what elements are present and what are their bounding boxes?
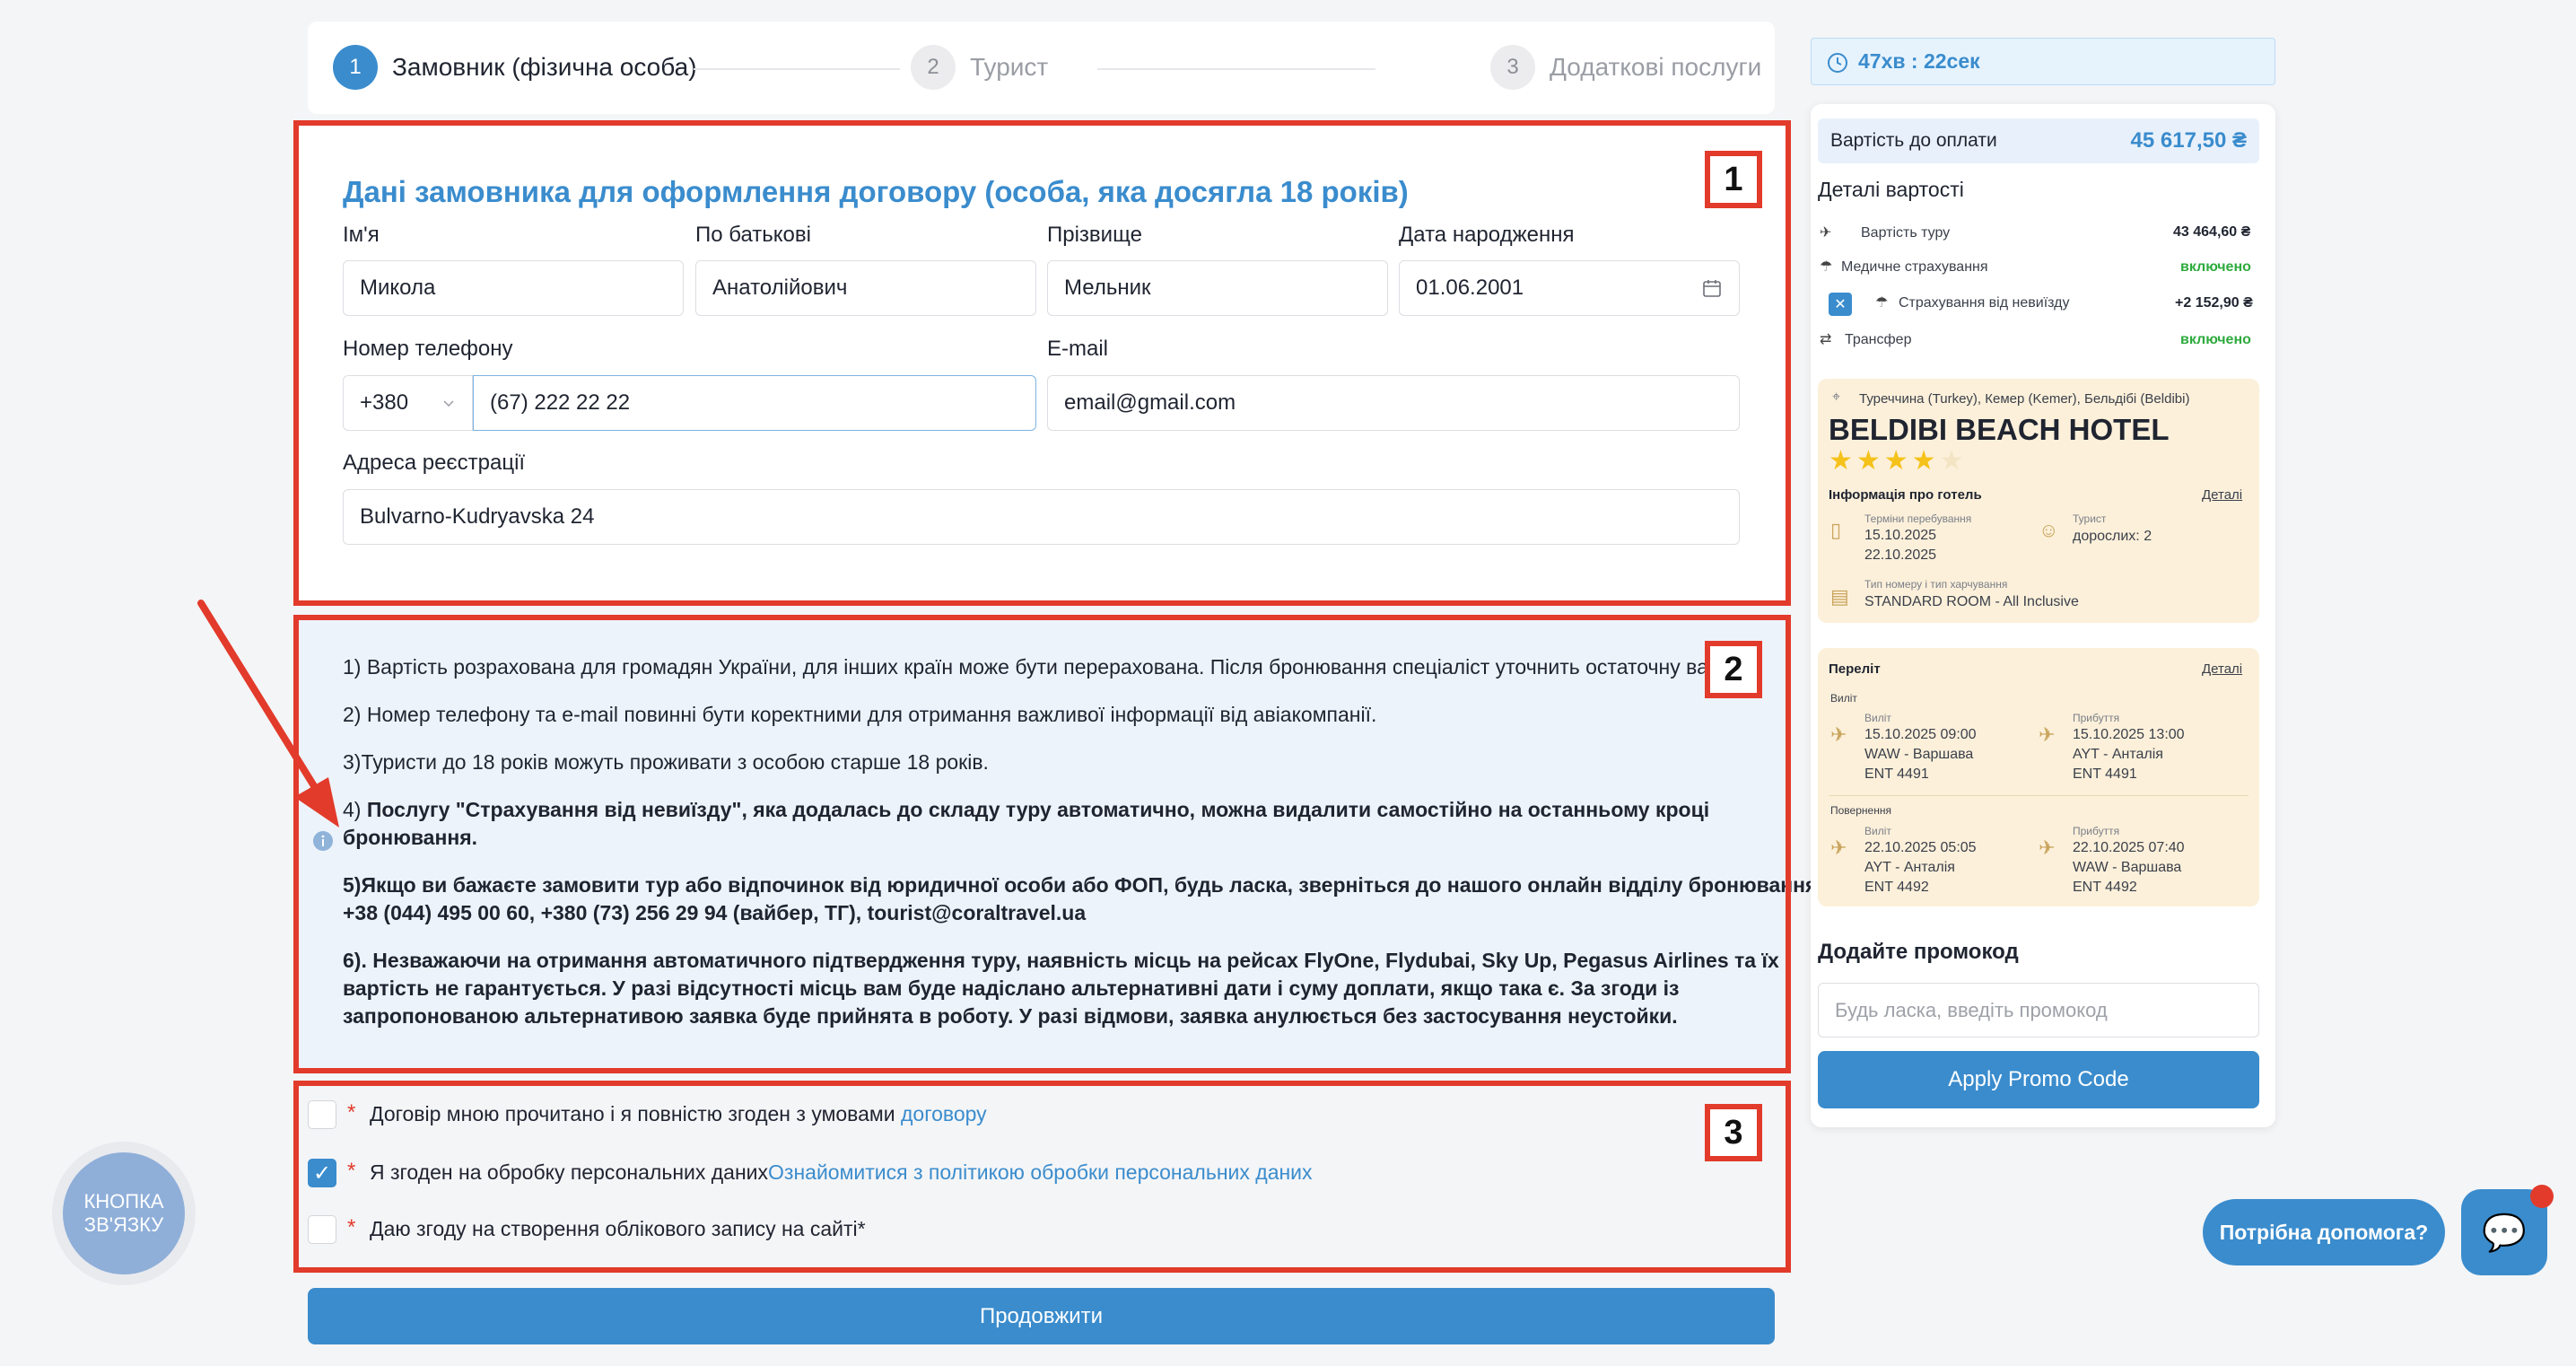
cancel-insurance-value: +2 152,90 ₴ xyxy=(2175,295,2253,311)
flight-divider xyxy=(1829,795,2249,796)
hotel-name: BELDIBI BEACH HOTEL xyxy=(1829,413,2170,446)
arrive-label: Прибуття xyxy=(2073,712,2120,724)
annotation-box-3 xyxy=(293,1081,1791,1273)
star-icon: ★★★★ xyxy=(1829,446,1940,476)
ret-arrive-route: WAW - Варшава xyxy=(2073,860,2182,875)
takeoff-icon: ✈ xyxy=(1830,723,1847,746)
tourist-value: дорослих: 2 xyxy=(2073,529,2152,544)
step-customer[interactable]: 1 Замовник (фізична особа) xyxy=(333,45,697,90)
return-label: Повернення xyxy=(1830,804,1891,817)
out-depart-route: WAW - Варшава xyxy=(1864,747,1974,762)
depart-label: Виліт xyxy=(1864,825,1891,837)
contact-button[interactable]: КНОПКА ЗВ'ЯЗКУ xyxy=(63,1152,185,1274)
total-price-row: Вартість до оплати 45 617,50 ₴ xyxy=(1818,118,2259,163)
step-connector xyxy=(1097,68,1375,70)
annotation-box-1 xyxy=(293,120,1791,606)
room-value: STANDARD ROOM - All Inclusive xyxy=(1864,594,2079,609)
flight-title: Переліт xyxy=(1829,661,1881,677)
continue-button[interactable]: Продовжити xyxy=(308,1288,1775,1344)
umbrella-icon: ☂ xyxy=(1820,259,1833,275)
arrive-label: Прибуття xyxy=(2073,825,2120,837)
chat-icon: 💬 xyxy=(2482,1213,2527,1253)
location-pin-icon: ⌖ xyxy=(1832,390,1841,405)
annotation-badge-2: 2 xyxy=(1705,641,1762,698)
step-number: 1 xyxy=(333,45,378,90)
room-label: Тип номеру і тип харчування xyxy=(1864,578,2008,591)
calendar-icon: ▯ xyxy=(1830,519,1842,541)
medical-insurance-label: Медичне страхування xyxy=(1841,259,1988,275)
step-label: Замовник (фізична особа) xyxy=(392,53,697,81)
annotation-badge-1: 1 xyxy=(1705,151,1762,208)
annotation-badge-3: 3 xyxy=(1705,1104,1762,1161)
umbrella-icon: ☂ xyxy=(1875,295,1889,311)
tour-price-label: Вартість туру xyxy=(1861,225,1951,241)
transfer-icon: ⇄ xyxy=(1820,332,1832,347)
depart-label: Виліт xyxy=(1864,712,1891,724)
promo-code-input[interactable]: Будь ласка, введіть промокод xyxy=(1818,983,2259,1038)
step-connector xyxy=(694,68,900,70)
step-label: Додаткові послуги xyxy=(1550,53,1762,81)
star-empty-icon: ★ xyxy=(1939,446,1968,476)
transfer-label: Трансфер xyxy=(1845,332,1912,347)
takeoff-icon: ✈ xyxy=(1830,836,1847,859)
plane-icon: ✈ xyxy=(1820,225,1832,241)
promo-title: Додайте промокод xyxy=(1818,940,2019,964)
people-icon: ☺ xyxy=(2039,519,2059,541)
ret-depart-route: AYT - Анталія xyxy=(1864,860,1955,875)
transfer-value: включено xyxy=(2180,332,2251,347)
out-arrive-time: 15.10.2025 13:00 xyxy=(2073,727,2185,742)
ret-arrive-time: 22.10.2025 07:40 xyxy=(2073,840,2185,855)
tourist-label: Турист xyxy=(2073,512,2107,525)
cancel-insurance-checkbox[interactable]: ✕ xyxy=(1829,293,1852,316)
cancel-insurance-label: Страхування від невиїзду xyxy=(1899,295,2070,311)
room-icon: ▤ xyxy=(1830,585,1849,608)
price-details-title: Деталі вартості xyxy=(1818,178,1964,201)
step-number: 3 xyxy=(1490,45,1535,90)
out-arrive-route: AYT - Анталія xyxy=(2073,747,2163,762)
notification-dot xyxy=(2530,1185,2554,1208)
hotel-info-label: Інформація про готель xyxy=(1829,487,1982,503)
timer-icon xyxy=(1828,52,1847,73)
hotel-location: Туреччина (Turkey), Кемер (Kemer), Бельд… xyxy=(1859,391,2190,407)
ret-depart-flight: ENT 4492 xyxy=(1864,880,1929,895)
medical-insurance-value: включено xyxy=(2180,259,2251,275)
annotation-arrow-icon xyxy=(197,600,339,827)
stay-label: Терміни перебування xyxy=(1864,512,1972,525)
step-extras[interactable]: 3 Додаткові послуги xyxy=(1490,45,1761,90)
total-price-value: 45 617,50 ₴ xyxy=(2130,128,2247,153)
flight-details-link[interactable]: Деталі xyxy=(2202,661,2242,677)
landing-icon: ✈ xyxy=(2039,836,2056,859)
step-number: 2 xyxy=(911,45,956,90)
timer-value: 47хв : 22сек xyxy=(1858,49,1980,73)
ret-arrive-flight: ENT 4492 xyxy=(2073,880,2137,895)
checkout-stepper: 1 Замовник (фізична особа) 2 Турист 3 До… xyxy=(308,22,1775,114)
annotation-box-2 xyxy=(293,615,1791,1073)
out-depart-flight: ENT 4491 xyxy=(1864,766,1929,782)
ret-depart-time: 22.10.2025 05:05 xyxy=(1864,840,1977,855)
hotel-details-link[interactable]: Деталі xyxy=(2202,487,2242,503)
out-arrive-flight: ENT 4491 xyxy=(2073,766,2137,782)
total-price-label: Вартість до оплати xyxy=(1830,130,1997,151)
stay-to: 22.10.2025 xyxy=(1864,547,1937,563)
stay-from: 15.10.2025 xyxy=(1864,528,1937,543)
hotel-stars: ★★★★★ xyxy=(1829,445,1967,477)
landing-icon: ✈ xyxy=(2039,723,2056,746)
apply-promo-button[interactable]: Apply Promo Code xyxy=(1818,1051,2259,1108)
tour-price-value: 43 464,60 ₴ xyxy=(2173,224,2251,240)
out-depart-time: 15.10.2025 09:00 xyxy=(1864,727,1977,742)
session-timer: 47хв : 22сек xyxy=(1811,38,2275,85)
help-bubble[interactable]: Потрібна допомога? xyxy=(2203,1199,2445,1265)
step-label: Турист xyxy=(970,53,1049,81)
outbound-label: Виліт xyxy=(1830,692,1857,705)
step-tourist[interactable]: 2 Турист xyxy=(911,45,1048,90)
